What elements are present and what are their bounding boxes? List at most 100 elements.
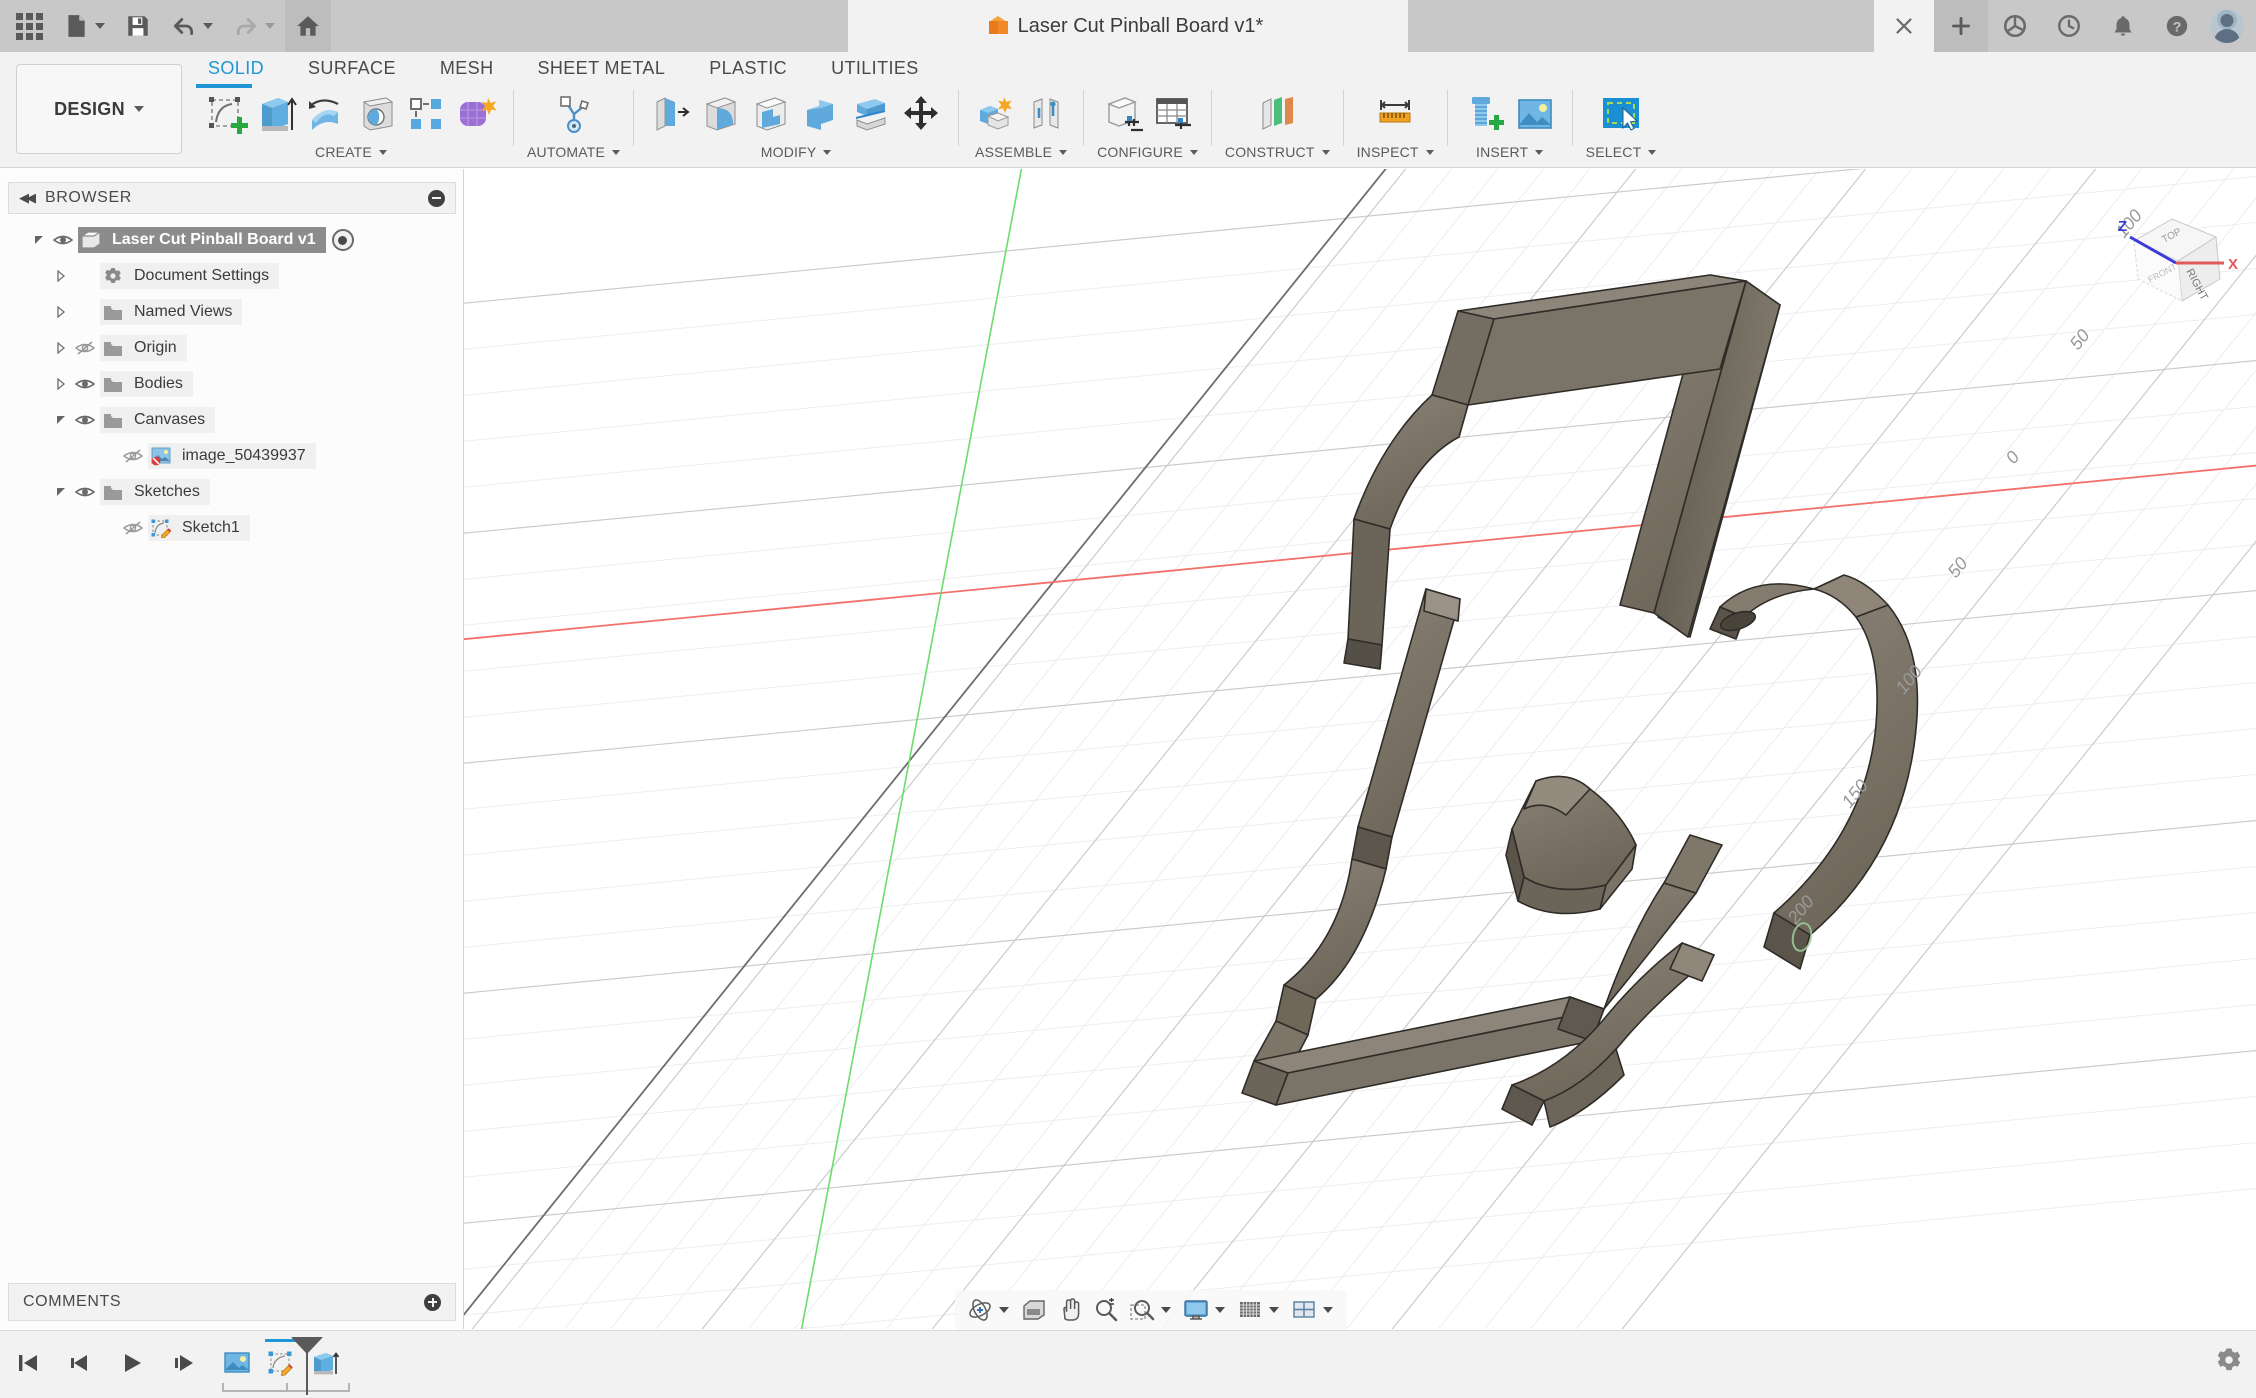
help-icon[interactable]: ? [2150,0,2204,52]
pan-icon[interactable] [1053,1293,1087,1327]
create-sketch-icon[interactable] [202,88,250,140]
timeline-marker[interactable] [291,1337,323,1395]
save-icon[interactable] [115,0,161,52]
ribbon-panel-label-inspect[interactable]: INSPECT [1357,144,1434,160]
joint-icon[interactable] [1022,88,1070,140]
play-icon[interactable] [114,1345,150,1381]
document-tab[interactable]: Laser Cut Pinball Board v1* [848,0,1408,52]
ribbon-panel-label-modify[interactable]: MODIFY [761,144,832,160]
undo-icon[interactable] [161,0,223,52]
workspace-selector[interactable]: DESIGN [16,64,182,154]
configuration-table-icon[interactable] [1149,88,1197,140]
ribbon-panel-label-insert[interactable]: INSERT [1476,144,1544,160]
notifications-bell-icon[interactable] [2096,0,2150,52]
expander-expanded-icon[interactable] [52,414,70,426]
expander-collapsed-icon[interactable] [52,270,70,282]
go-to-beginning-icon[interactable] [10,1345,46,1381]
expander-collapsed-icon[interactable] [52,342,70,354]
extensions-icon[interactable] [1988,0,2042,52]
form-icon[interactable] [452,88,500,140]
viewports-icon[interactable] [1287,1293,1321,1327]
display-dropdown-caret[interactable] [1215,1307,1225,1313]
tree-item-sketch1[interactable]: Sketch1 [8,510,456,546]
configuration-icon[interactable] [1099,88,1147,140]
tree-item-document-settings[interactable]: Document Settings [8,258,456,294]
viewport-3d[interactable]: 100 50 0 50 100 150 200 TOP RIGHT FRONT … [464,169,2256,1329]
tab-surface[interactable]: SURFACE [286,52,418,79]
plus-circle-icon[interactable] [424,1293,441,1311]
offset-plane-icon[interactable] [1253,88,1301,140]
zoom-icon[interactable] [1089,1293,1123,1327]
visibility-eye-icon[interactable] [70,485,100,499]
display-settings-icon[interactable] [1179,1293,1213,1327]
look-at-icon[interactable] [1017,1293,1051,1327]
ribbon-panel-label-configure[interactable]: CONFIGURE [1097,144,1198,160]
add-tab-icon[interactable] [1934,0,1988,52]
orbit-icon[interactable] [963,1293,997,1327]
hole-icon[interactable] [352,88,400,140]
home-icon[interactable] [285,0,331,52]
visibility-eye-hidden-icon[interactable] [118,520,148,536]
minus-circle-icon[interactable] [428,189,445,207]
fillet-icon[interactable] [697,88,745,140]
combine-icon[interactable] [797,88,845,140]
tab-mesh[interactable]: MESH [418,52,516,79]
step-forward-icon[interactable] [166,1345,202,1381]
insert-canvas-icon[interactable] [1511,88,1559,140]
shell-icon[interactable] [747,88,795,140]
ribbon-panel-label-create[interactable]: CREATE [315,144,387,160]
viewport-canvas[interactable]: 100 50 0 50 100 150 200 TOP RIGHT FRONT … [464,169,2256,1329]
grid-dropdown-caret[interactable] [1269,1307,1279,1313]
ribbon-panel-label-construct[interactable]: CONSTRUCT [1225,144,1330,160]
new-component-icon[interactable] [972,88,1020,140]
insert-mcmaster-icon[interactable] [1461,88,1509,140]
revolve-icon[interactable] [302,88,350,140]
redo-icon[interactable] [223,0,285,52]
tab-solid[interactable]: SOLID [186,52,286,79]
expander-expanded-icon[interactable] [30,234,48,246]
ribbon-panel-label-assemble[interactable]: ASSEMBLE [975,144,1068,160]
measure-icon[interactable] [1371,88,1419,140]
visibility-eye-icon[interactable] [70,413,100,427]
split-face-icon[interactable] [847,88,895,140]
expander-expanded-icon[interactable] [52,486,70,498]
tree-item-bodies[interactable]: Bodies [8,366,456,402]
viewports-dropdown-caret[interactable] [1323,1307,1333,1313]
close-tab-icon[interactable] [1874,0,1934,52]
ribbon-panel-label-select[interactable]: SELECT [1586,144,1657,160]
tree-item-named-views[interactable]: Named Views [8,294,456,330]
visibility-eye-hidden-icon[interactable] [118,448,148,464]
zoom-dropdown-caret[interactable] [1161,1307,1171,1313]
comments-panel-header[interactable]: COMMENTS [8,1283,456,1321]
browser-header[interactable]: ◀◀ BROWSER [8,182,456,214]
rectangular-pattern-icon[interactable] [402,88,450,140]
step-back-icon[interactable] [62,1345,98,1381]
timeline-canvas-feature[interactable] [218,1344,256,1382]
tab-sheet-metal[interactable]: SHEET METAL [515,52,687,79]
select-icon[interactable] [1597,88,1645,140]
zoom-window-icon[interactable] [1125,1293,1159,1327]
press-pull-icon[interactable] [647,88,695,140]
activate-component-radio[interactable] [331,229,354,251]
grid-snaps-icon[interactable] [1233,1293,1267,1327]
orbit-dropdown-caret[interactable] [999,1307,1009,1313]
automated-modeling-icon[interactable] [550,88,598,140]
move-copy-icon[interactable] [897,88,945,140]
double-chevron-left-icon[interactable]: ◀◀ [19,190,36,206]
ribbon-panel-label-automate[interactable]: AUTOMATE [527,144,621,160]
app-grid-icon[interactable] [6,0,53,52]
timeline-settings-gear-icon[interactable] [2216,1347,2242,1378]
expander-collapsed-icon[interactable] [52,306,70,318]
expander-collapsed-icon[interactable] [52,378,70,390]
tree-item-root[interactable]: Laser Cut Pinball Board v1 [8,222,456,258]
tree-item-sketches[interactable]: Sketches [8,474,456,510]
visibility-eye-hidden-icon[interactable] [70,340,100,356]
visibility-eye-icon[interactable] [48,233,78,247]
extrude-icon[interactable] [252,88,300,140]
tree-item-canvases[interactable]: Canvases [8,402,456,438]
tree-item-canvas-image[interactable]: image_50439937 [8,438,456,474]
new-document-icon[interactable] [53,0,115,52]
tree-item-origin[interactable]: Origin [8,330,456,366]
tab-plastic[interactable]: PLASTIC [687,52,809,79]
job-status-icon[interactable] [2042,0,2096,52]
